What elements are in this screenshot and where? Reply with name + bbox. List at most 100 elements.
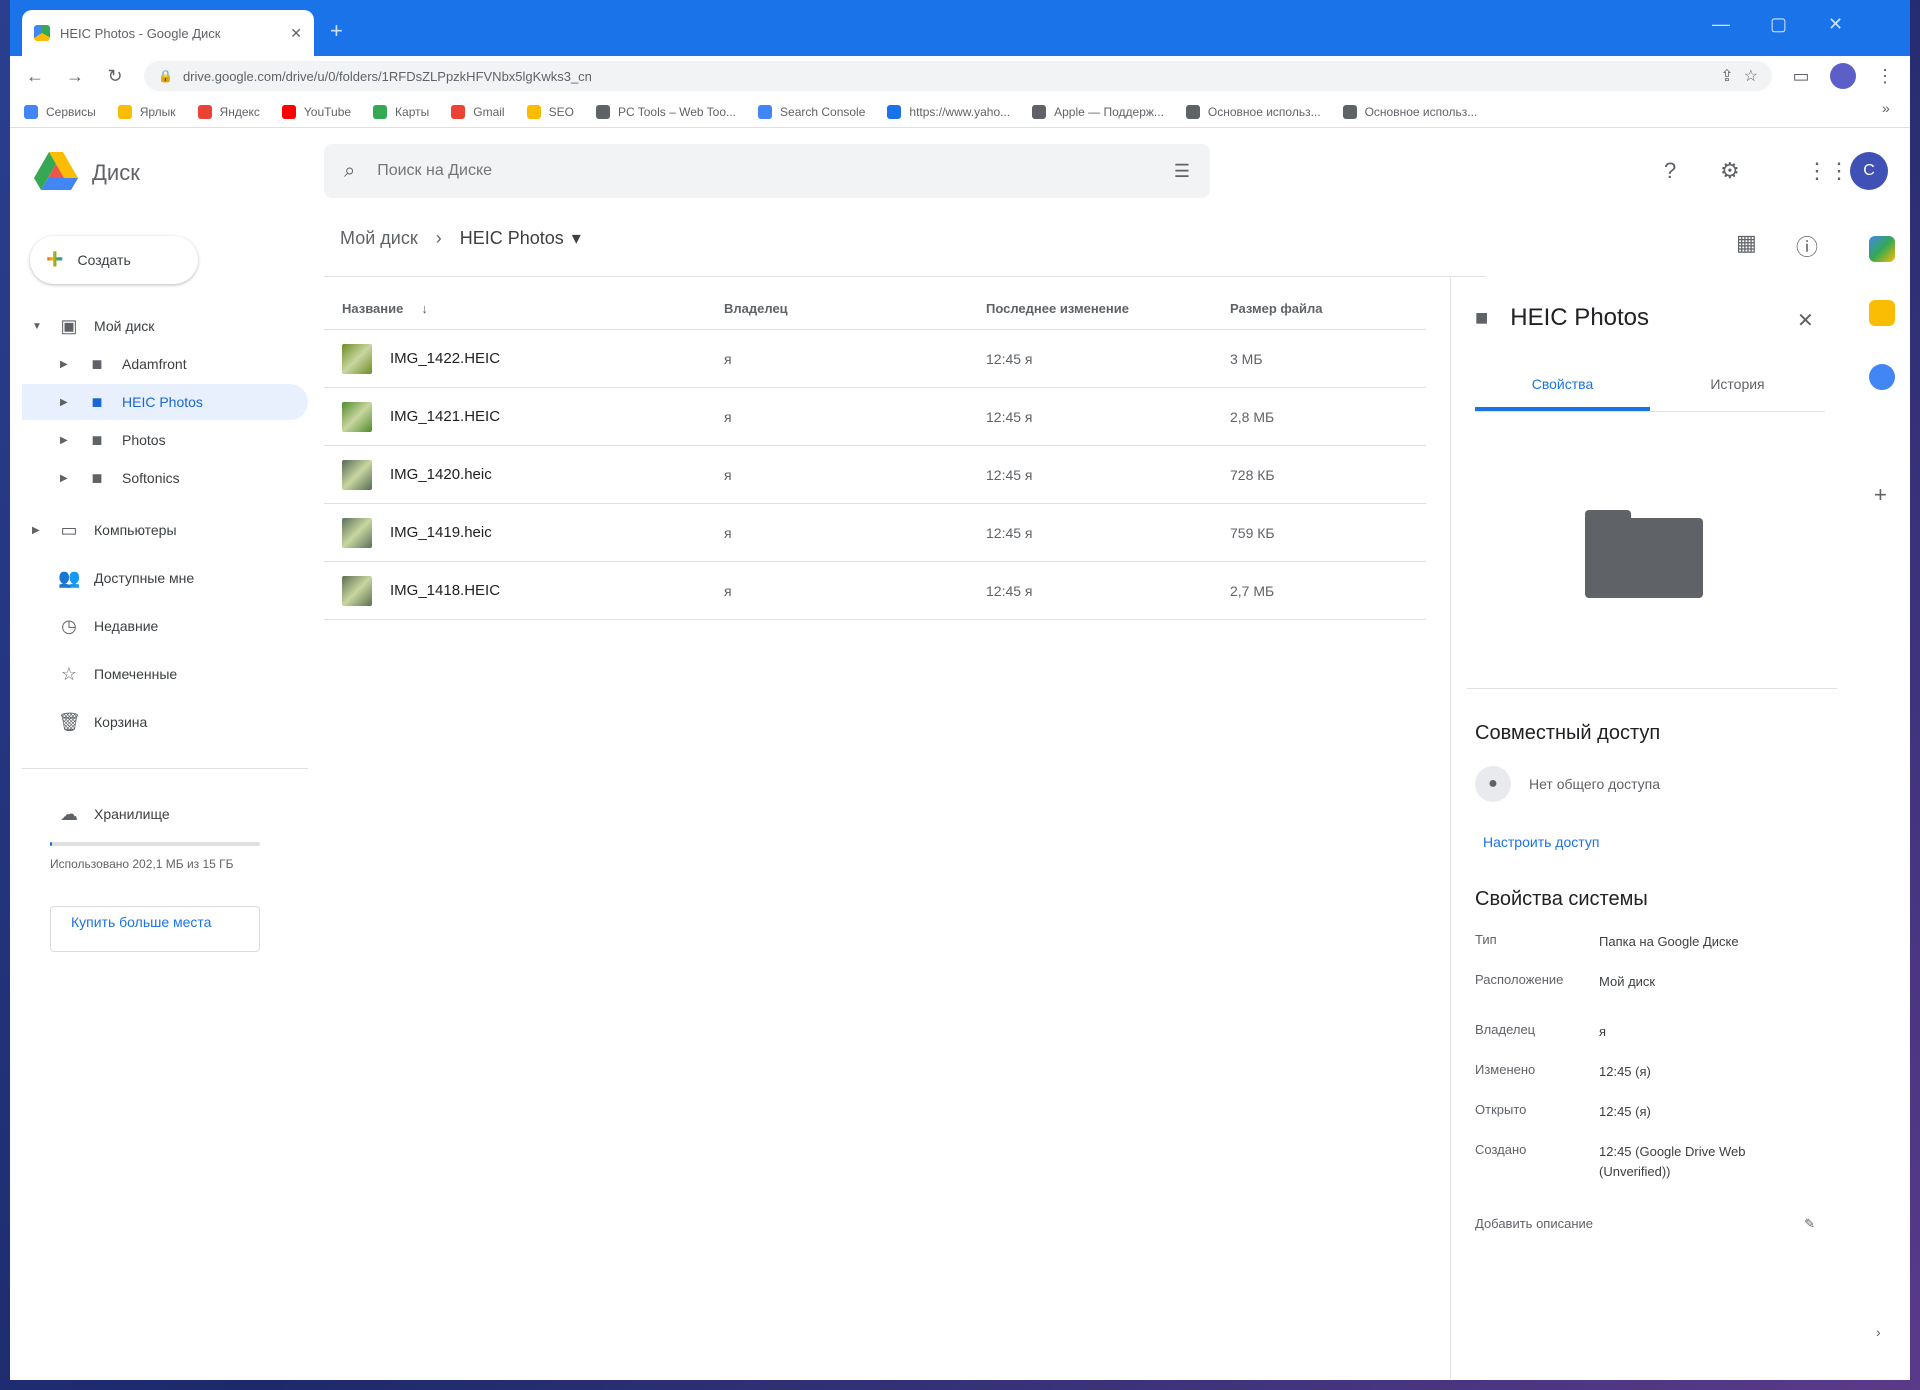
create-button[interactable]: + Создать [30, 236, 198, 284]
add-addon-icon[interactable]: + [1874, 482, 1887, 508]
sidebar-tree-item[interactable]: ▶ ■ Photos [22, 422, 308, 458]
column-modified[interactable]: Последнее изменение [986, 301, 1230, 316]
bookmark-item[interactable]: Apple — Поддерж... [1032, 104, 1164, 119]
file-row[interactable]: IMG_1422.HEIC я 12:45 я 3 МБ [324, 330, 1426, 388]
column-name[interactable]: Название ↓ [324, 301, 724, 316]
close-details-icon[interactable]: ✕ [1797, 308, 1814, 333]
buy-storage-button[interactable]: Купить больше места [50, 906, 260, 952]
bookmark-item[interactable]: Gmail [451, 104, 505, 119]
bookmark-item[interactable]: Ярлык [117, 104, 176, 119]
browser-menu-icon[interactable]: ⋮ [1874, 66, 1896, 87]
file-row[interactable]: IMG_1420.heic я 12:45 я 728 КБ [324, 446, 1426, 504]
app-name[interactable]: Диск [92, 160, 140, 186]
profile-avatar[interactable] [1830, 63, 1856, 89]
sidebar-tree-item[interactable]: ▼ ▣ Мой диск [22, 308, 308, 344]
expand-arrow-icon[interactable]: ▶ [32, 525, 44, 536]
expand-arrow-icon[interactable]: ▶ [60, 473, 72, 484]
account-avatar[interactable]: C [1850, 152, 1888, 190]
grid-view-icon[interactable]: ▦ [1736, 230, 1757, 256]
file-row[interactable]: IMG_1421.HEIC я 12:45 я 2,8 МБ [324, 388, 1426, 446]
calendar-icon[interactable] [1869, 236, 1895, 262]
close-window-icon[interactable]: ✕ [1828, 14, 1843, 35]
sort-arrow-icon[interactable]: ↓ [421, 301, 428, 316]
close-tab-icon[interactable]: ✕ [290, 25, 302, 42]
extensions-icon[interactable]: ▭ [1790, 66, 1812, 87]
lock-user-icon: ● [1475, 766, 1511, 802]
bookmark-favicon-icon [1185, 104, 1200, 119]
search-box[interactable]: ⌕ ☰ [324, 144, 1210, 198]
browser-toolbar: ← → ↻ 🔒 drive.google.com/drive/u/0/folde… [10, 56, 1910, 96]
tab-history[interactable]: История [1650, 376, 1825, 411]
settings-gear-icon[interactable]: ⚙ [1720, 158, 1740, 184]
sidebar-item-storage[interactable]: ☁ Хранилище [22, 796, 308, 832]
sidebar-item[interactable]: 👥 Доступные мне [22, 560, 308, 596]
tasks-icon[interactable] [1869, 364, 1895, 390]
bookmark-item[interactable]: Search Console [758, 104, 865, 119]
sidebar-item[interactable]: ▶ ▭ Компьютеры [22, 512, 308, 548]
file-owner: я [724, 350, 732, 367]
keep-icon[interactable] [1869, 300, 1895, 326]
bookmark-item[interactable]: Основное использ... [1185, 104, 1321, 119]
system-properties-heading: Свойства системы [1475, 888, 1648, 910]
new-tab-button[interactable]: + [330, 18, 343, 44]
bookmark-item[interactable]: PC Tools – Web Too... [595, 104, 736, 119]
expand-arrow-icon[interactable]: ▶ [60, 359, 72, 370]
expand-arrow-icon[interactable]: ▶ [60, 435, 72, 446]
details-title: HEIC Photos [1510, 304, 1650, 331]
expand-arrow-icon[interactable]: ▼ [32, 321, 44, 332]
bookmark-item[interactable]: Карты [373, 104, 429, 119]
tab-properties[interactable]: Свойства [1475, 376, 1650, 411]
info-icon[interactable]: ⓘ [1796, 230, 1818, 262]
forward-icon[interactable]: → [64, 66, 86, 87]
browser-window: HEIC Photos - Google Диск ✕ + — ▢ ✕ ← → … [10, 0, 1910, 1380]
address-bar[interactable]: 🔒 drive.google.com/drive/u/0/folders/1RF… [144, 61, 1772, 91]
column-size[interactable]: Размер файла [1230, 301, 1426, 316]
table-header: Название ↓ Владелец Последнее изменение … [324, 288, 1426, 330]
sidebar-item[interactable]: ☆ Помеченные [22, 656, 308, 692]
share-icon[interactable]: ⇪ [1720, 66, 1733, 86]
sidebar-tree-item[interactable]: ▶ ■ HEIC Photos [22, 384, 308, 420]
description-row[interactable]: Добавить описание ✎ [1475, 1216, 1815, 1232]
expand-arrow-icon[interactable]: ▶ [60, 397, 72, 408]
back-icon[interactable]: ← [24, 66, 46, 87]
trash-icon: 🗑 [58, 711, 81, 732]
collapse-panel-icon[interactable]: › [1876, 1324, 1881, 1340]
bookmark-star-icon[interactable]: ☆ [1744, 66, 1758, 86]
drive-header: Диск ⌕ ☰ ? ⚙ ⋮⋮ C [10, 138, 1910, 210]
search-options-icon[interactable]: ☰ [1174, 161, 1190, 182]
browser-tab[interactable]: HEIC Photos - Google Диск ✕ [22, 10, 314, 56]
file-row[interactable]: IMG_1418.HEIC я 12:45 я 2,7 МБ [324, 562, 1426, 620]
tab-strip: HEIC Photos - Google Диск ✕ + — ▢ ✕ [10, 0, 1910, 56]
bookmark-item[interactable]: SEO [526, 104, 574, 119]
file-row[interactable]: IMG_1419.heic я 12:45 я 759 КБ [324, 504, 1426, 562]
search-input[interactable] [377, 162, 1152, 180]
bookmark-favicon-icon [758, 104, 773, 119]
sidebar-tree-item[interactable]: ▶ ■ Softonics [22, 460, 308, 496]
reload-icon[interactable]: ↻ [104, 66, 126, 87]
file-size: 728 КБ [1230, 466, 1275, 483]
bookmark-item[interactable]: YouTube [281, 104, 351, 119]
breadcrumb-current[interactable]: HEIC Photos ▾ [460, 228, 581, 249]
bookmark-item[interactable]: Сервисы [24, 104, 96, 119]
column-owner[interactable]: Владелец [724, 301, 986, 316]
help-icon[interactable]: ? [1664, 158, 1676, 184]
file-size: 3 МБ [1230, 350, 1263, 367]
sidebar-tree-item[interactable]: ▶ ■ Adamfront [22, 346, 308, 382]
bookmark-item[interactable]: Яндекс [197, 104, 260, 119]
maximize-icon[interactable]: ▢ [1770, 14, 1787, 35]
search-icon[interactable]: ⌕ [344, 160, 355, 183]
bookmark-favicon-icon [24, 104, 38, 119]
apps-grid-icon[interactable]: ⋮⋮ [1806, 158, 1850, 184]
drive-logo-icon[interactable] [34, 152, 78, 192]
url-text: drive.google.com/drive/u/0/folders/1RFDs… [182, 68, 592, 84]
sidebar-item[interactable]: 🗑 Корзина [22, 704, 308, 740]
breadcrumb-root[interactable]: Мой диск [340, 228, 418, 249]
minimize-icon[interactable]: — [1712, 14, 1730, 35]
more-bookmarks-icon[interactable]: » [1882, 100, 1890, 116]
edit-pencil-icon[interactable]: ✎ [1804, 1216, 1815, 1232]
bookmark-item[interactable]: Основное использ... [1342, 104, 1477, 119]
sidebar-item[interactable]: ◷ Недавние [22, 608, 308, 644]
folder-preview-icon [1585, 510, 1703, 598]
bookmark-item[interactable]: https://www.yaho... [887, 104, 1010, 119]
manage-access-link[interactable]: Настроить доступ [1483, 834, 1599, 850]
